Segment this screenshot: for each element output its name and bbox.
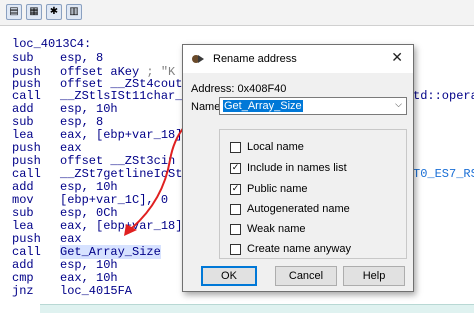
checkbox-box[interactable] (230, 141, 241, 153)
name-input-value[interactable]: Get_Array_Size (223, 100, 303, 112)
dialog-title: Rename address (213, 53, 297, 65)
chart-icon[interactable]: ▤ (6, 4, 22, 20)
renamed-symbol: Get_Array_Size (60, 245, 161, 259)
close-icon[interactable]: ✕ (391, 50, 403, 66)
checkbox-label: Weak name (247, 223, 306, 235)
cancel-button[interactable]: Cancel (275, 266, 337, 286)
name-options-group: Local name ✓ Include in names list ✓ Pub… (219, 129, 407, 259)
checkbox-local-name[interactable]: Local name (230, 140, 304, 154)
code-overflow-text: td::opera (413, 89, 474, 103)
checkbox-box[interactable] (230, 223, 241, 235)
help-button[interactable]: Help (343, 266, 405, 286)
checkbox-label: Create name anyway (247, 243, 351, 255)
ida-icon (192, 55, 204, 63)
toolbar: ▤ ▦ ✱ ▥ (0, 0, 474, 26)
dialog-titlebar[interactable]: Rename address ✕ (183, 45, 413, 73)
code-overflow-text: T0_ES7_RS (413, 167, 474, 181)
ok-button[interactable]: OK (201, 266, 257, 286)
checkbox-weak-name[interactable]: Weak name (230, 222, 306, 236)
address-value: 0x408F40 (237, 83, 287, 95)
gear-icon[interactable]: ✱ (46, 4, 62, 20)
name-combobox[interactable]: Get_Array_Size ⌵ (219, 97, 407, 115)
checkbox-label: Local name (247, 141, 304, 153)
rename-address-dialog: Rename address ✕ Address: 0x408F40 Name … (182, 44, 414, 292)
grid-icon[interactable]: ▥ (66, 4, 82, 20)
chevron-down-icon[interactable]: ⌵ (395, 100, 402, 110)
code-line[interactable]: jnz loc_4015FA (12, 285, 132, 298)
image-icon[interactable]: ▦ (26, 4, 42, 20)
name-label: Name (191, 101, 221, 113)
code-line[interactable]: sub esp, 8 (12, 52, 103, 65)
checkbox-create-name-anyway[interactable]: Create name anyway (230, 242, 351, 256)
checkbox-box[interactable] (230, 203, 241, 215)
checkmark-icon[interactable]: ✓ (230, 162, 241, 174)
checkmark-icon[interactable]: ✓ (230, 183, 241, 195)
checkbox-label: Autogenerated name (247, 203, 350, 215)
checkbox-public-name[interactable]: ✓ Public name (230, 182, 308, 196)
address-label: Address: (191, 83, 235, 95)
checkbox-label: Public name (247, 183, 308, 195)
checkbox-include-in-names-list[interactable]: ✓ Include in names list (230, 161, 347, 175)
status-strip (40, 304, 474, 313)
address-readout: Address: 0x408F40 (191, 83, 286, 95)
checkbox-label: Include in names list (247, 162, 347, 174)
code-label[interactable]: loc_4013C4: (12, 38, 91, 51)
checkbox-box[interactable] (230, 243, 241, 255)
checkbox-autogenerated-name[interactable]: Autogenerated name (230, 202, 350, 216)
